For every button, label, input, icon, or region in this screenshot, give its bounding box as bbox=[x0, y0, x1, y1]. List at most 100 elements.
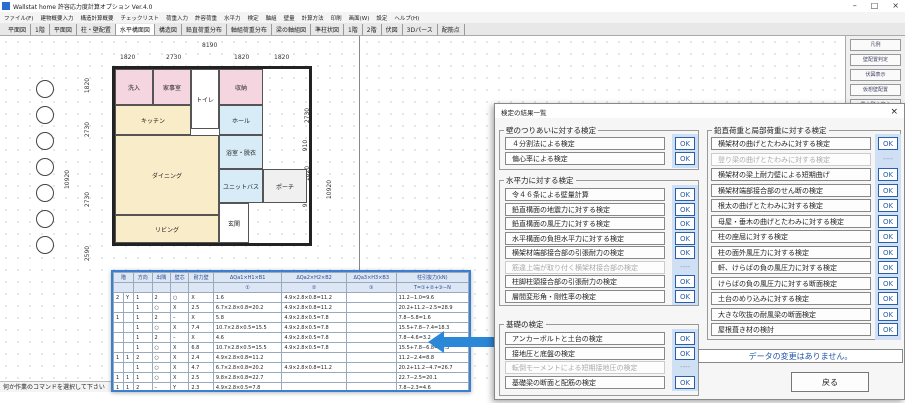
check-row: 横架材の曲げとたわみに対する検定 bbox=[711, 137, 871, 150]
tab-item[interactable]: 準柱状図 bbox=[311, 23, 344, 35]
check-item-button[interactable]: 横架材の梁上耐力壁による短期曲げ bbox=[711, 168, 871, 181]
check-item-button[interactable]: 母屋・垂木の曲げとたわみに対する検定 bbox=[711, 214, 871, 228]
check-row: ４分割法による検定 bbox=[505, 137, 665, 150]
check-item-button[interactable]: 偏心率による検定 bbox=[505, 152, 665, 165]
check-item-button[interactable]: 接地圧と底盤の検定 bbox=[505, 346, 665, 360]
side-tool-button[interactable]: 壁配置判定 bbox=[850, 54, 901, 66]
tab-item[interactable]: 伏図 bbox=[382, 23, 403, 35]
check-item-button[interactable]: 軒、けらばの負の風圧力に対する検定 bbox=[711, 261, 871, 274]
tab-item[interactable]: 2階 bbox=[363, 23, 382, 35]
tab-item[interactable]: 構造図 bbox=[155, 23, 182, 35]
check-item-button[interactable]: 横架材端部接合部のせん断の検定 bbox=[711, 183, 871, 197]
result-badge: OK bbox=[878, 307, 898, 321]
tab-item[interactable]: 3Dパース bbox=[403, 23, 438, 35]
table-row: 1 1 2– Y 2.3 4.9×2.8×0.5=7.8 7.8−2.3=4.6 bbox=[113, 382, 469, 390]
side-tool-button[interactable]: 仮想壁配置 bbox=[850, 84, 901, 96]
table-cell bbox=[113, 342, 125, 353]
table-cell: ○ bbox=[151, 302, 171, 313]
check-item-button[interactable]: けらばの負の風圧力に対する断面検定 bbox=[711, 276, 871, 290]
table-cell bbox=[123, 312, 135, 323]
tab-item[interactable]: 1階 bbox=[344, 23, 363, 35]
table-cell bbox=[345, 302, 397, 313]
room-label: リビング bbox=[115, 215, 219, 243]
table-cell: 5.8 bbox=[212, 312, 283, 323]
tab-item[interactable]: 平面図 bbox=[4, 23, 32, 35]
table-cell: 2 bbox=[133, 352, 153, 363]
check-row: 横架材の梁上耐力壁による短期曲げ bbox=[711, 168, 871, 181]
menu-item[interactable]: 計算方法 bbox=[302, 14, 324, 22]
side-tool-button[interactable]: 凡例 bbox=[850, 39, 901, 51]
table-row: 1 ○ X 6.8 10.7×2.8×0.5=15.5 4.9×2.8×0.5=7.8 15… bbox=[113, 342, 469, 353]
menu-item[interactable]: ファイル(F) bbox=[4, 14, 33, 22]
check-item-button[interactable]: 水平構面の負担水平力に対する検定 bbox=[505, 231, 665, 245]
menu-item[interactable]: 検定 bbox=[248, 14, 259, 22]
tab-item[interactable]: 梁の軸組図 bbox=[272, 23, 311, 35]
menu-item[interactable]: 建物概要入力 bbox=[40, 14, 73, 22]
menu-item[interactable]: 画面(W) bbox=[349, 14, 370, 22]
table-cell: 4.9×2.8×0.8=11.2 bbox=[281, 362, 347, 373]
table-subheader: T=①+②+③−N bbox=[395, 282, 469, 293]
minimize-button[interactable]: – bbox=[853, 1, 857, 10]
menu-bar: ファイル(F) 建物概要入力 構造計算概要 チェックリスト 荷重入力 許容荷重 水平力 検定軸… bbox=[0, 12, 905, 23]
table-cell: X bbox=[169, 352, 190, 363]
menu-item[interactable]: チェックリスト bbox=[121, 14, 160, 22]
table-cell: 1 bbox=[133, 312, 153, 323]
menu-item[interactable]: 構造計算概要 bbox=[80, 14, 113, 22]
check-item-button[interactable]: 屋根葺き材の検討 bbox=[711, 323, 871, 336]
tab-item[interactable]: 配筋点 bbox=[438, 23, 465, 35]
check-item-button[interactable]: 柱の面外風圧力に対する検定 bbox=[711, 245, 871, 259]
check-row: 柱の面外風圧力に対する検定 bbox=[711, 245, 871, 259]
table-cell: X bbox=[169, 372, 190, 383]
maximize-button[interactable]: □ bbox=[871, 1, 879, 10]
menu-item[interactable]: 荷重入力 bbox=[166, 14, 188, 22]
result-badge: OK bbox=[878, 230, 898, 243]
check-item-button[interactable]: 柱脚柱頭接合部の引張耐力の検定 bbox=[505, 275, 665, 288]
result-badge: OK bbox=[878, 183, 898, 197]
tab-item[interactable]: 軸組荷重分布 bbox=[227, 23, 272, 35]
check-item-button[interactable]: 鉛直構面の風圧力に対する検定 bbox=[505, 217, 665, 230]
check-row: 軒、けらばの負の風圧力に対する検定 bbox=[711, 261, 871, 274]
back-button[interactable]: 戻る bbox=[791, 372, 869, 392]
arrow-left-icon bbox=[428, 331, 498, 353]
check-item-button[interactable]: 横架材の曲げとたわみに対する検定 bbox=[711, 137, 871, 150]
close-icon[interactable]: × bbox=[890, 107, 898, 117]
grid-marker bbox=[36, 80, 54, 98]
tab-item[interactable]: 水平構面図 bbox=[115, 23, 155, 35]
table-cell bbox=[123, 362, 135, 373]
menu-item[interactable]: ヘルプ(H) bbox=[394, 14, 419, 22]
menu-item[interactable]: 水平力 bbox=[224, 14, 241, 22]
check-item-button[interactable]: 横架材端部接合部の引張耐力の検定 bbox=[505, 246, 665, 259]
check-item-button[interactable]: 層間変形角・剛性率の検定 bbox=[505, 289, 665, 303]
table-cell: Y bbox=[169, 382, 190, 390]
table-subheader bbox=[151, 282, 171, 293]
check-row: 水平構面の負担水平力に対する検定 bbox=[505, 231, 665, 245]
check-item-button[interactable]: 根太の曲げとたわみに対する検定 bbox=[711, 199, 871, 212]
check-item-button: 登り梁の曲げとたわみに対する検定 bbox=[711, 152, 871, 166]
menu-item[interactable]: 設定 bbox=[376, 14, 387, 22]
menu-item[interactable]: 印刷 bbox=[331, 14, 342, 22]
check-item-button[interactable]: 基礎梁の断面と配筋の検定 bbox=[505, 375, 665, 389]
check-item-button[interactable]: 鉛直構面の地震力に対する検定 bbox=[505, 202, 665, 216]
result-badge: OK bbox=[675, 202, 695, 216]
check-item-button[interactable]: アンカーボルトと土台の検定 bbox=[505, 332, 665, 345]
result-badge: OK bbox=[675, 231, 695, 245]
room-label: 浴室・脱衣 bbox=[219, 135, 263, 169]
check-item-button[interactable]: 柱の座屈に対する検定 bbox=[711, 230, 871, 243]
tab-item[interactable]: 1階 bbox=[31, 23, 50, 35]
menu-item[interactable]: 軸組 bbox=[266, 14, 277, 22]
check-item-button[interactable]: 令４６条による壁量計算 bbox=[505, 188, 665, 201]
tab-item[interactable]: 鉛直荷重分布 bbox=[182, 23, 227, 35]
check-row: 柱脚柱頭接合部の引張耐力の検定 bbox=[505, 275, 665, 288]
check-item-button[interactable]: ４分割法による検定 bbox=[505, 137, 665, 150]
check-item-button[interactable]: 大きな吹抜の耐風梁の断面検定 bbox=[711, 307, 871, 321]
menu-item[interactable]: 許容荷重 bbox=[195, 14, 217, 22]
menu-item[interactable]: 壁量 bbox=[284, 14, 295, 22]
side-tool-button[interactable]: 伏図表示 bbox=[850, 69, 901, 81]
table-header: ΔQa2×H2×B2 bbox=[281, 272, 347, 283]
tab-item[interactable]: 平面図 bbox=[50, 23, 77, 35]
check-item-button[interactable]: 土台のめり込みに対する検定 bbox=[711, 292, 871, 305]
result-badge: OK bbox=[675, 188, 695, 201]
tab-item[interactable]: 柱・壁配置 bbox=[77, 23, 116, 35]
close-window-button[interactable]: × bbox=[892, 1, 899, 10]
table-header: ΔQa1×H1×B1 bbox=[212, 272, 283, 283]
